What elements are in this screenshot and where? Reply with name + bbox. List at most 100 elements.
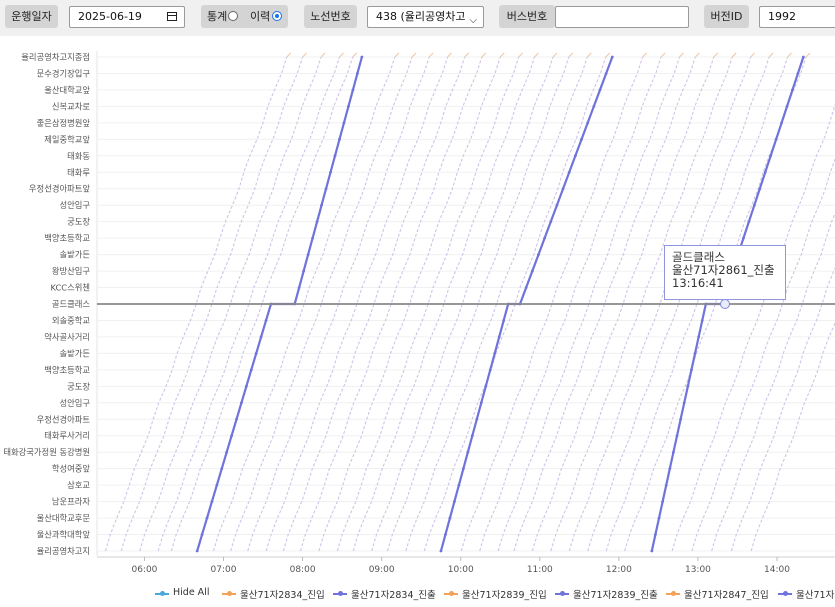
series-point (785, 105, 789, 108)
x-tick-label: 08:00 (290, 565, 316, 575)
faded-trip-inbound (534, 52, 539, 58)
y-tick-label: 제일중학교앞 (44, 134, 90, 144)
series-point (524, 286, 528, 289)
faded-trip-inbound (750, 52, 756, 58)
legend-marker-2834-in (227, 591, 232, 596)
y-tick-label: 궁도장 (67, 217, 90, 227)
y-tick-label: 우정선경아파트앞 (29, 184, 90, 194)
series-point (342, 121, 346, 125)
series-point (530, 269, 534, 273)
y-tick-label: 우정선경아파트 (37, 414, 91, 424)
tooltip-time: 13:16:41 (672, 276, 724, 290)
x-tick-label: 11:00 (527, 565, 553, 575)
faded-trip-inbound (447, 52, 452, 58)
y-tick-label: 왕방산입구 (52, 266, 91, 276)
legend-marker-2847-in (671, 591, 676, 596)
series-point (679, 417, 683, 421)
series-point (497, 335, 501, 339)
faded-trip-inbound (713, 52, 719, 58)
series-point (453, 500, 456, 503)
series-point (320, 203, 323, 207)
y-tick-label: 궁도장 (67, 381, 90, 391)
series-point (220, 467, 224, 471)
x-tick-label: 12:00 (606, 565, 632, 575)
series-point (801, 55, 805, 59)
x-tick-label: 06:00 (131, 565, 157, 575)
series-point (672, 450, 675, 454)
series-point (225, 450, 229, 454)
series-point (747, 220, 751, 224)
faded-trip-inbound (679, 52, 684, 58)
y-tick-label: 남운프라자 (52, 497, 91, 507)
series-point (661, 500, 665, 503)
series-point (475, 417, 479, 421)
legend-label-2839-in: 울산71자2839_진입 (462, 590, 547, 601)
faded-trip-inbound (694, 52, 700, 58)
y-tick-label: 학성여중앞 (52, 464, 91, 474)
legend-label-more: 울산71자2 (796, 590, 835, 601)
series-point (484, 384, 488, 388)
series-point (230, 434, 233, 438)
series-point (586, 121, 590, 125)
series-point (690, 368, 693, 372)
series-point (758, 187, 762, 191)
y-tick-label: 태화강국가정원 동강병원 (3, 447, 90, 457)
series-point (360, 55, 364, 59)
series-point (205, 516, 209, 520)
y-tick-label: 외솔중학교 (52, 315, 91, 325)
faded-trip-inbound (660, 52, 666, 58)
series-point (567, 170, 571, 174)
series-point (200, 533, 204, 536)
series-point (466, 450, 470, 454)
series-point (240, 401, 243, 405)
faded-trip-inbound (787, 52, 792, 58)
series-point (470, 434, 474, 438)
series-point (259, 335, 263, 339)
legend-marker-2839-in (449, 591, 454, 596)
faded-trip-inbound (428, 52, 434, 58)
y-tick-label: 솔밭가든 (59, 250, 90, 260)
series-point (742, 236, 745, 240)
faded-trip-inbound (352, 52, 358, 58)
series-point (210, 500, 214, 503)
series-point (195, 549, 199, 553)
series-point (543, 236, 547, 240)
series-point (297, 286, 301, 289)
series-point (791, 88, 794, 92)
x-tick-label: 13:00 (685, 565, 711, 575)
faded-trip-inbound (568, 52, 574, 58)
y-tick-label: 성안입구 (59, 200, 90, 210)
legend: Hide All 울산71자2834_진입 울산71자2834_진출 울산71자… (0, 584, 835, 604)
faded-trip-inbound (518, 52, 524, 58)
series-point (654, 533, 657, 536)
series-point (244, 384, 248, 388)
x-tick-label: 09:00 (369, 565, 395, 575)
series-point (315, 220, 319, 224)
y-tick-label: 울산대학교앞 (44, 85, 90, 95)
faded-trip-inbound (411, 52, 417, 58)
legend-label-2839-out: 울산71자2839_진출 (573, 590, 658, 601)
series-point (796, 72, 800, 75)
series-point (555, 203, 559, 207)
y-tick-label: 백양초등학교 (44, 233, 90, 243)
series-point (604, 72, 608, 75)
faded-trip-inbound (464, 52, 470, 58)
series-point (254, 352, 258, 355)
legend-marker-hide-all (160, 591, 165, 596)
series-point (306, 253, 310, 256)
series-point (249, 368, 253, 372)
series-point (347, 105, 350, 108)
series-point (598, 88, 602, 92)
series-point (700, 319, 704, 322)
legend-label-2834-in: 울산71자2834_진입 (240, 590, 325, 601)
y-tick-label: 문수경기장입구 (37, 68, 91, 78)
faded-trip-inbound (731, 52, 737, 58)
reference-line (97, 299, 835, 309)
faded-trip-inbound (642, 52, 647, 58)
y-tick-label: 태화루 (67, 167, 90, 177)
legend-marker-2839-out (560, 591, 565, 596)
series-point (356, 72, 359, 75)
series-point (351, 88, 355, 92)
series-point (215, 483, 219, 487)
series-point (479, 401, 483, 405)
